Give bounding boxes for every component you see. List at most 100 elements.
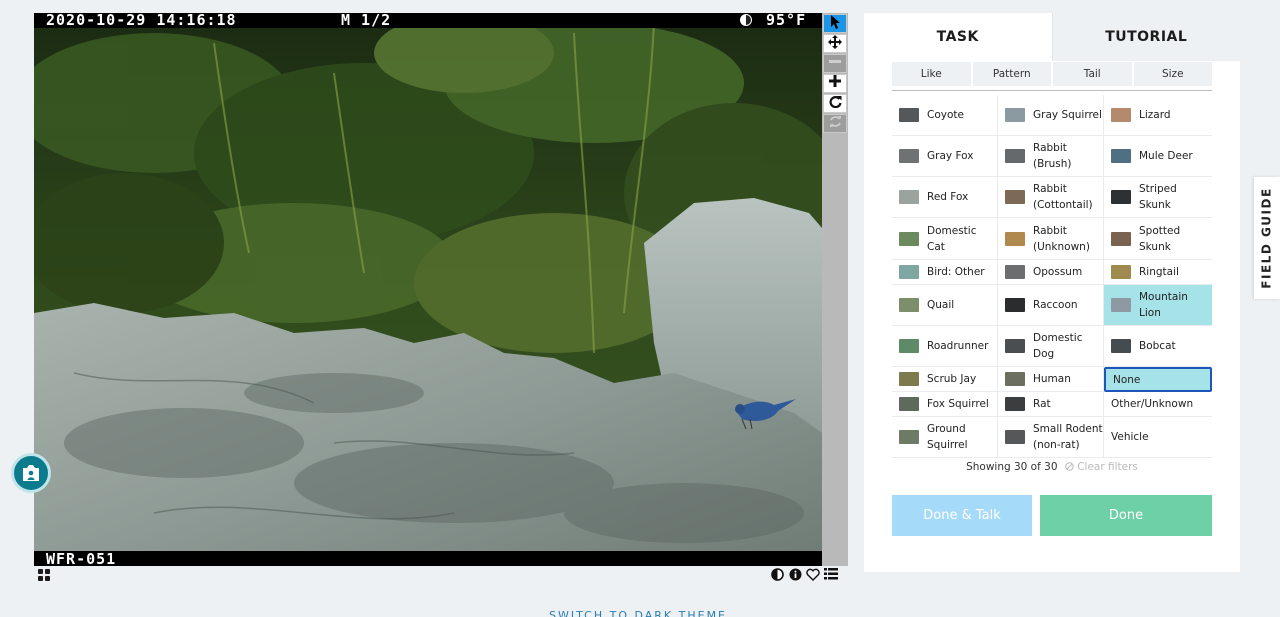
zoom-out-icon[interactable] bbox=[823, 54, 847, 73]
choice-lizard[interactable]: Lizard bbox=[1104, 95, 1212, 136]
move-icon[interactable] bbox=[823, 34, 847, 53]
choice-label: Raccoon bbox=[1033, 299, 1078, 311]
choice-coyote[interactable]: Coyote bbox=[892, 95, 998, 136]
photo-temperature: 95°F bbox=[740, 13, 806, 28]
choice-thumbnail bbox=[1111, 231, 1131, 246]
choice-thumbnail bbox=[899, 372, 919, 386]
choice-opossum[interactable]: Opossum bbox=[998, 260, 1104, 285]
filter-size[interactable]: Size bbox=[1134, 62, 1213, 86]
choice-human[interactable]: Human bbox=[998, 367, 1104, 392]
choice-label: Bobcat bbox=[1139, 340, 1176, 352]
choice-count-text: Showing 30 of 30 bbox=[966, 461, 1058, 473]
choice-rabbit-unknown[interactable]: Rabbit (Unknown) bbox=[998, 218, 1104, 260]
choice-spotted-skunk[interactable]: Spotted Skunk bbox=[1104, 218, 1212, 260]
choice-bird-other[interactable]: Bird: Other bbox=[892, 260, 998, 285]
choice-none[interactable]: None bbox=[1104, 367, 1212, 392]
clear-filters-icon bbox=[1065, 462, 1074, 471]
choice-thumbnail bbox=[1005, 190, 1025, 204]
choice-thumbnail bbox=[1005, 149, 1025, 163]
choice-ringtail[interactable]: Ringtail bbox=[1104, 260, 1212, 285]
choice-red-fox[interactable]: Red Fox bbox=[892, 177, 998, 218]
species-choice-grid: Coyote Gray Squirrel Lizard Gray Fox Rabbit … bbox=[892, 95, 1212, 458]
clear-filters-button[interactable]: Clear filters bbox=[1065, 461, 1138, 473]
choice-label: Opossum bbox=[1033, 266, 1083, 278]
choice-rabbit-brush[interactable]: Rabbit (Brush) bbox=[998, 136, 1104, 177]
choice-label: Small Rodent (non-rat) bbox=[1033, 423, 1103, 451]
choice-label: None bbox=[1113, 373, 1141, 386]
choice-thumbnail bbox=[1005, 231, 1025, 246]
choice-gray-fox[interactable]: Gray Fox bbox=[892, 136, 998, 177]
choice-label: Scrub Jay bbox=[927, 373, 977, 385]
choice-rat[interactable]: Rat bbox=[998, 392, 1104, 417]
choice-raccoon[interactable]: Raccoon bbox=[998, 285, 1104, 326]
choice-thumbnail bbox=[1005, 265, 1025, 279]
task-panel: TASK TUTORIAL Like Pattern Tail Size Coy… bbox=[864, 13, 1240, 572]
choice-label: Domestic Cat bbox=[927, 224, 977, 253]
choice-rabbit-cottontail[interactable]: Rabbit (Cottontail) bbox=[998, 177, 1104, 218]
filter-divider bbox=[892, 90, 1212, 91]
choice-label: Red Fox bbox=[927, 191, 969, 203]
choice-label: Quail bbox=[927, 299, 955, 311]
camera-trap-photo bbox=[34, 13, 822, 566]
subject-image-viewer[interactable]: 2020-10-29 14:16:18 M 1/2 95°F WFR-051 bbox=[34, 13, 822, 566]
choice-label: Human bbox=[1033, 373, 1071, 385]
switch-theme-link[interactable]: SWITCH TO DARK THEME bbox=[0, 609, 1276, 617]
choice-label: Ringtail bbox=[1139, 266, 1179, 278]
reset-icon[interactable] bbox=[823, 114, 847, 133]
choice-domestic-cat[interactable]: Domestic Cat bbox=[892, 218, 998, 260]
clear-filters-label: Clear filters bbox=[1077, 461, 1138, 473]
choice-mountain-lion[interactable]: Mountain Lion bbox=[1104, 285, 1212, 326]
filter-pattern[interactable]: Pattern bbox=[973, 62, 1053, 86]
collections-list-icon[interactable] bbox=[824, 567, 838, 581]
done-button[interactable]: Done bbox=[1040, 495, 1212, 536]
choice-thumbnail bbox=[1111, 265, 1131, 279]
filter-tail[interactable]: Tail bbox=[1053, 62, 1134, 86]
choice-ground-squirrel[interactable]: Ground Squirrel bbox=[892, 417, 998, 458]
choice-label: Fox Squirrel bbox=[927, 398, 989, 410]
choice-domestic-dog[interactable]: Domestic Dog bbox=[998, 326, 1104, 367]
done-and-talk-button[interactable]: Done & Talk bbox=[892, 495, 1032, 536]
info-icon[interactable] bbox=[788, 567, 802, 581]
choice-thumbnail bbox=[899, 190, 919, 204]
choice-thumbnail bbox=[899, 339, 919, 353]
choice-fox-squirrel[interactable]: Fox Squirrel bbox=[892, 392, 998, 417]
choice-label: Other/Unknown bbox=[1111, 398, 1194, 410]
heart-icon[interactable] bbox=[806, 567, 820, 581]
tab-tutorial[interactable]: TUTORIAL bbox=[1051, 13, 1240, 61]
camera-id: WFR-051 bbox=[46, 550, 117, 567]
choice-label: Lizard bbox=[1139, 109, 1171, 121]
choice-thumbnail bbox=[899, 430, 919, 444]
choice-other-unknown[interactable]: Other/Unknown bbox=[1104, 392, 1212, 417]
filter-like[interactable]: Like bbox=[892, 62, 973, 86]
camera-tool-button[interactable] bbox=[11, 453, 51, 493]
choice-mule-deer[interactable]: Mule Deer bbox=[1104, 136, 1212, 177]
field-guide-tab[interactable]: FIELD GUIDE bbox=[1254, 177, 1280, 299]
choice-thumbnail bbox=[1111, 339, 1131, 353]
choice-thumbnail bbox=[1005, 108, 1025, 122]
choice-bobcat[interactable]: Bobcat bbox=[1104, 326, 1212, 367]
tab-task[interactable]: TASK bbox=[864, 13, 1052, 61]
choice-striped-skunk[interactable]: Striped Skunk bbox=[1104, 177, 1212, 218]
grid-view-icon[interactable] bbox=[38, 569, 50, 581]
choice-label: Rabbit (Cottontail) bbox=[1033, 183, 1093, 211]
choice-thumbnail bbox=[899, 108, 919, 122]
choice-quail[interactable]: Quail bbox=[892, 285, 998, 326]
choice-vehicle[interactable]: Vehicle bbox=[1104, 417, 1212, 458]
choice-label: Ground Squirrel bbox=[927, 423, 968, 451]
choice-label: Rabbit (Unknown) bbox=[1033, 224, 1090, 253]
choice-label: Rabbit (Brush) bbox=[1033, 142, 1072, 170]
choice-thumbnail bbox=[1111, 108, 1131, 122]
invert-icon[interactable] bbox=[770, 567, 784, 581]
choice-thumbnail bbox=[899, 149, 919, 163]
choice-small-rodent-non-rat[interactable]: Small Rodent (non-rat) bbox=[998, 417, 1104, 458]
choice-roadrunner[interactable]: Roadrunner bbox=[892, 326, 998, 367]
choice-label: Spotted Skunk bbox=[1139, 224, 1181, 253]
camera-person-icon bbox=[23, 465, 39, 481]
zoom-in-icon[interactable] bbox=[823, 74, 847, 93]
choice-thumbnail bbox=[1005, 430, 1025, 444]
choice-label: Gray Squirrel bbox=[1033, 109, 1102, 121]
choice-gray-squirrel[interactable]: Gray Squirrel bbox=[998, 95, 1104, 136]
choice-scrub-jay[interactable]: Scrub Jay bbox=[892, 367, 998, 392]
pointer-icon[interactable] bbox=[823, 14, 847, 33]
rotate-icon[interactable] bbox=[823, 94, 847, 113]
